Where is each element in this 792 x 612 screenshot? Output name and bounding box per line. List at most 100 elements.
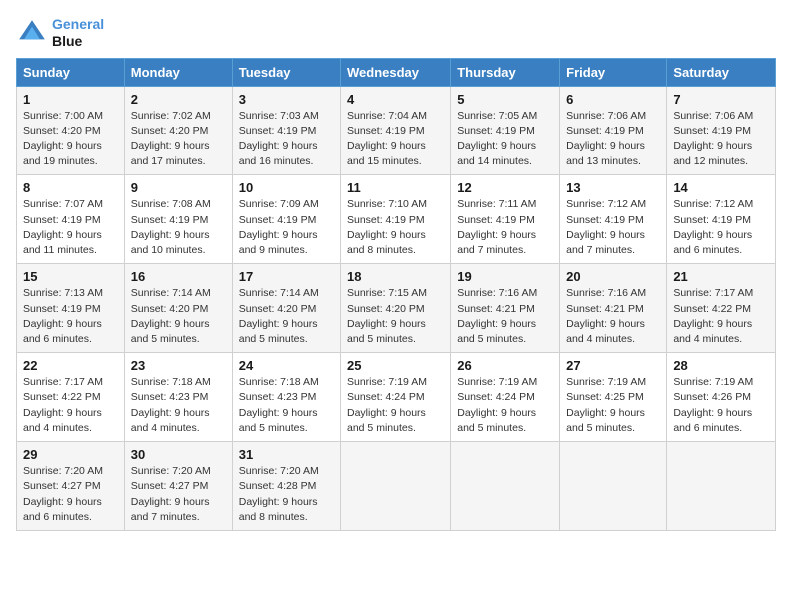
day-number: 20 <box>566 269 660 284</box>
day-info: Sunrise: 7:02 AM Sunset: 4:20 PM Dayligh… <box>131 109 226 170</box>
calendar-cell: 5Sunrise: 7:05 AM Sunset: 4:19 PM Daylig… <box>451 86 560 175</box>
week-row-5: 29 Sunrise: 7:20 AM Sunset: 4:27 PM Dayli… <box>17 442 776 531</box>
day-info: Sunrise: 7:07 AM Sunset: 4:19 PM Dayligh… <box>23 197 118 258</box>
day-info: Sunrise: 7:14 AM Sunset: 4:20 PM Dayligh… <box>131 286 226 347</box>
day-info: Sunrise: 7:12 AM Sunset: 4:19 PM Dayligh… <box>566 197 660 258</box>
calendar-cell: 18Sunrise: 7:15 AM Sunset: 4:20 PM Dayli… <box>341 264 451 353</box>
day-number: 1 <box>23 92 118 107</box>
day-number: 25 <box>347 358 444 373</box>
day-number: 6 <box>566 92 660 107</box>
calendar-cell: 14Sunrise: 7:12 AM Sunset: 4:19 PM Dayli… <box>667 175 776 264</box>
calendar-cell <box>341 442 451 531</box>
day-info: Sunrise: 7:06 AM Sunset: 4:19 PM Dayligh… <box>566 109 660 170</box>
day-number: 15 <box>23 269 118 284</box>
day-info: Sunrise: 7:19 AM Sunset: 4:24 PM Dayligh… <box>347 375 444 436</box>
calendar-cell <box>667 442 776 531</box>
day-info: Sunrise: 7:18 AM Sunset: 4:23 PM Dayligh… <box>131 375 226 436</box>
calendar-cell: 2 Sunrise: 7:02 AM Sunset: 4:20 PM Daylig… <box>124 86 232 175</box>
calendar-cell: 28Sunrise: 7:19 AM Sunset: 4:26 PM Dayli… <box>667 353 776 442</box>
calendar-cell: 15 Sunrise: 7:13 AM Sunset: 4:19 PM Dayli… <box>17 264 125 353</box>
week-row-3: 15 Sunrise: 7:13 AM Sunset: 4:19 PM Dayli… <box>17 264 776 353</box>
day-number: 14 <box>673 180 769 195</box>
day-number: 31 <box>239 447 334 462</box>
day-info: Sunrise: 7:03 AM Sunset: 4:19 PM Dayligh… <box>239 109 334 170</box>
calendar-cell: 23 Sunrise: 7:18 AM Sunset: 4:23 PM Dayli… <box>124 353 232 442</box>
day-info: Sunrise: 7:14 AM Sunset: 4:20 PM Dayligh… <box>239 286 334 347</box>
header-monday: Monday <box>124 58 232 86</box>
day-number: 28 <box>673 358 769 373</box>
calendar-cell: 1 Sunrise: 7:00 AM Sunset: 4:20 PM Daylig… <box>17 86 125 175</box>
calendar-cell <box>560 442 667 531</box>
day-number: 27 <box>566 358 660 373</box>
day-info: Sunrise: 7:16 AM Sunset: 4:21 PM Dayligh… <box>457 286 553 347</box>
calendar-table: SundayMondayTuesdayWednesdayThursdayFrid… <box>16 58 776 531</box>
day-number: 26 <box>457 358 553 373</box>
day-info: Sunrise: 7:10 AM Sunset: 4:19 PM Dayligh… <box>347 197 444 258</box>
calendar-cell: 30 Sunrise: 7:20 AM Sunset: 4:27 PM Dayli… <box>124 442 232 531</box>
day-info: Sunrise: 7:00 AM Sunset: 4:20 PM Dayligh… <box>23 109 118 170</box>
day-number: 23 <box>131 358 226 373</box>
header-wednesday: Wednesday <box>341 58 451 86</box>
day-number: 7 <box>673 92 769 107</box>
day-info: Sunrise: 7:20 AM Sunset: 4:28 PM Dayligh… <box>239 464 334 525</box>
calendar-cell: 6 Sunrise: 7:06 AM Sunset: 4:19 PM Daylig… <box>560 86 667 175</box>
calendar-cell: 27 Sunrise: 7:19 AM Sunset: 4:25 PM Dayli… <box>560 353 667 442</box>
calendar-cell: 20Sunrise: 7:16 AM Sunset: 4:21 PM Dayli… <box>560 264 667 353</box>
day-number: 17 <box>239 269 334 284</box>
day-info: Sunrise: 7:20 AM Sunset: 4:27 PM Dayligh… <box>131 464 226 525</box>
calendar-cell: 17 Sunrise: 7:14 AM Sunset: 4:20 PM Dayli… <box>232 264 340 353</box>
day-info: Sunrise: 7:19 AM Sunset: 4:24 PM Dayligh… <box>457 375 553 436</box>
day-number: 9 <box>131 180 226 195</box>
day-info: Sunrise: 7:05 AM Sunset: 4:19 PM Dayligh… <box>457 109 553 170</box>
day-number: 16 <box>131 269 226 284</box>
week-row-1: 1 Sunrise: 7:00 AM Sunset: 4:20 PM Daylig… <box>17 86 776 175</box>
day-number: 18 <box>347 269 444 284</box>
day-number: 13 <box>566 180 660 195</box>
logo: General Blue <box>16 16 104 50</box>
calendar-cell: 3 Sunrise: 7:03 AM Sunset: 4:19 PM Daylig… <box>232 86 340 175</box>
week-row-2: 8 Sunrise: 7:07 AM Sunset: 4:19 PM Daylig… <box>17 175 776 264</box>
calendar-cell: 19 Sunrise: 7:16 AM Sunset: 4:21 PM Dayli… <box>451 264 560 353</box>
calendar-cell: 29 Sunrise: 7:20 AM Sunset: 4:27 PM Dayli… <box>17 442 125 531</box>
header-saturday: Saturday <box>667 58 776 86</box>
day-number: 29 <box>23 447 118 462</box>
day-number: 12 <box>457 180 553 195</box>
day-info: Sunrise: 7:09 AM Sunset: 4:19 PM Dayligh… <box>239 197 334 258</box>
day-info: Sunrise: 7:17 AM Sunset: 4:22 PM Dayligh… <box>23 375 118 436</box>
week-row-4: 22 Sunrise: 7:17 AM Sunset: 4:22 PM Dayli… <box>17 353 776 442</box>
calendar-cell: 31 Sunrise: 7:20 AM Sunset: 4:28 PM Dayli… <box>232 442 340 531</box>
day-number: 24 <box>239 358 334 373</box>
header-sunday: Sunday <box>17 58 125 86</box>
calendar-cell: 8 Sunrise: 7:07 AM Sunset: 4:19 PM Daylig… <box>17 175 125 264</box>
calendar-cell: 12Sunrise: 7:11 AM Sunset: 4:19 PM Dayli… <box>451 175 560 264</box>
day-number: 8 <box>23 180 118 195</box>
day-info: Sunrise: 7:08 AM Sunset: 4:19 PM Dayligh… <box>131 197 226 258</box>
calendar-cell: 21Sunrise: 7:17 AM Sunset: 4:22 PM Dayli… <box>667 264 776 353</box>
calendar-cell <box>451 442 560 531</box>
logo-text: General Blue <box>52 16 104 50</box>
day-number: 4 <box>347 92 444 107</box>
calendar-cell: 10Sunrise: 7:09 AM Sunset: 4:19 PM Dayli… <box>232 175 340 264</box>
header-friday: Friday <box>560 58 667 86</box>
day-number: 11 <box>347 180 444 195</box>
day-number: 3 <box>239 92 334 107</box>
page-header: General Blue <box>16 16 776 50</box>
day-number: 30 <box>131 447 226 462</box>
day-number: 19 <box>457 269 553 284</box>
calendar-cell: 13 Sunrise: 7:12 AM Sunset: 4:19 PM Dayli… <box>560 175 667 264</box>
logo-icon <box>16 17 48 49</box>
calendar-cell: 4 Sunrise: 7:04 AM Sunset: 4:19 PM Daylig… <box>341 86 451 175</box>
day-info: Sunrise: 7:13 AM Sunset: 4:19 PM Dayligh… <box>23 286 118 347</box>
calendar-cell: 25 Sunrise: 7:19 AM Sunset: 4:24 PM Dayli… <box>341 353 451 442</box>
day-info: Sunrise: 7:04 AM Sunset: 4:19 PM Dayligh… <box>347 109 444 170</box>
day-info: Sunrise: 7:19 AM Sunset: 4:25 PM Dayligh… <box>566 375 660 436</box>
day-number: 2 <box>131 92 226 107</box>
calendar-cell: 9 Sunrise: 7:08 AM Sunset: 4:19 PM Daylig… <box>124 175 232 264</box>
day-number: 22 <box>23 358 118 373</box>
calendar-cell: 7Sunrise: 7:06 AM Sunset: 4:19 PM Daylig… <box>667 86 776 175</box>
day-info: Sunrise: 7:17 AM Sunset: 4:22 PM Dayligh… <box>673 286 769 347</box>
calendar-header-row: SundayMondayTuesdayWednesdayThursdayFrid… <box>17 58 776 86</box>
day-info: Sunrise: 7:18 AM Sunset: 4:23 PM Dayligh… <box>239 375 334 436</box>
day-info: Sunrise: 7:20 AM Sunset: 4:27 PM Dayligh… <box>23 464 118 525</box>
calendar-cell: 16 Sunrise: 7:14 AM Sunset: 4:20 PM Dayli… <box>124 264 232 353</box>
